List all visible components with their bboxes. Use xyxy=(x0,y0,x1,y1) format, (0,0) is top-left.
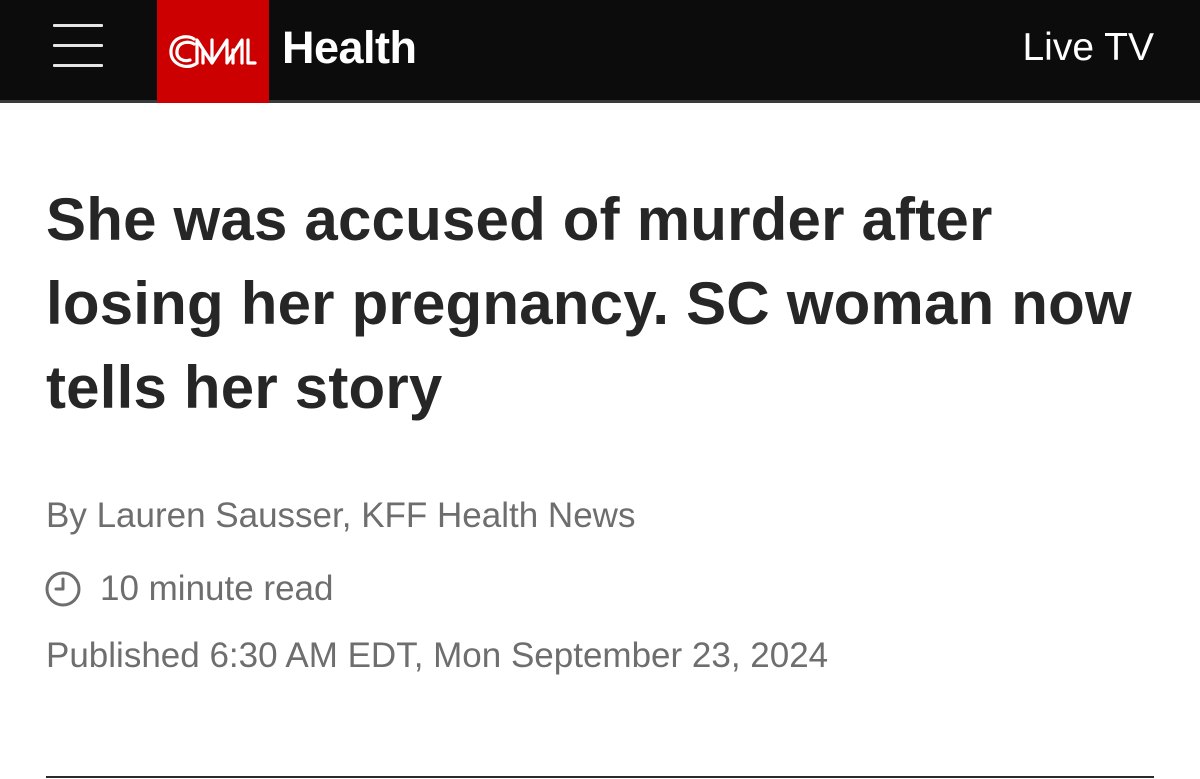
byline-prefix: By xyxy=(46,496,97,535)
clock-icon xyxy=(45,571,81,607)
cnn-logo[interactable] xyxy=(157,0,269,103)
cnn-logo-mark-icon xyxy=(169,34,257,68)
live-tv-link[interactable]: Live TV xyxy=(1022,24,1154,72)
section-title[interactable]: Health xyxy=(282,22,417,74)
top-navigation-bar: Health Live TV xyxy=(0,0,1200,103)
hamburger-menu-icon[interactable] xyxy=(53,24,103,68)
published-timestamp: Published 6:30 AM EDT, Mon September 23,… xyxy=(46,636,829,675)
read-time: 10 minute read xyxy=(44,566,333,612)
menu-line xyxy=(53,64,103,67)
byline: By Lauren Sausser, KFF Health News xyxy=(46,494,635,538)
author-link[interactable]: Lauren Sausser, KFF Health News xyxy=(97,496,636,535)
menu-line xyxy=(53,24,103,27)
divider xyxy=(46,776,1154,778)
read-time-label: 10 minute read xyxy=(100,569,334,608)
article-headline: She was accused of murder after losing h… xyxy=(46,186,1132,421)
menu-line xyxy=(53,44,103,47)
